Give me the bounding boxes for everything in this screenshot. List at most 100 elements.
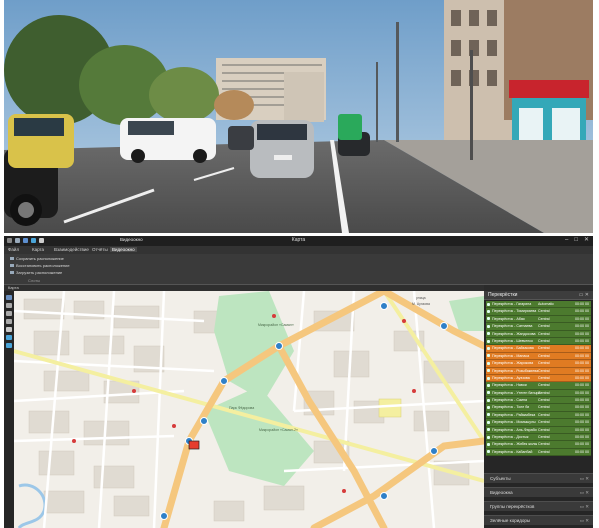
intersection-row[interactable]: Перекрёсток - Момышулы Central 00:00 00 bbox=[486, 419, 591, 427]
control-mode: Central bbox=[538, 368, 550, 373]
cycle-time: 00:00 00 bbox=[575, 405, 589, 410]
section-video-windows[interactable]: Видеоокна ▭ ✕ bbox=[484, 487, 593, 497]
map-tools-toolbar bbox=[4, 291, 14, 528]
intersection-row[interactable]: Перекрёсток - Аль-Фараби Central 00:00 00 bbox=[486, 426, 591, 435]
cycle-time: 00:00 00 bbox=[575, 331, 589, 336]
save-layout-icon bbox=[10, 257, 14, 260]
map-tab-label: Карта bbox=[8, 285, 19, 290]
minimize-button[interactable]: – bbox=[565, 237, 568, 244]
status-indicator bbox=[487, 309, 490, 313]
select-tool-icon[interactable] bbox=[6, 303, 12, 308]
restore-layout-button[interactable]: Восстановить расположение bbox=[10, 263, 70, 268]
pan-tool-icon[interactable] bbox=[6, 295, 12, 300]
section-video-windows-title: Видеоокна bbox=[490, 490, 513, 495]
cycle-time: 00:00 00 bbox=[575, 383, 589, 388]
status-indicator bbox=[487, 302, 490, 306]
status-indicator bbox=[487, 398, 490, 402]
map-label-park: Парк Фёдорова bbox=[229, 406, 254, 410]
intersection-row[interactable]: Перекрёсток - Кабанбай Central 00:00 00 bbox=[486, 448, 591, 457]
intersection-row[interactable]: Перекрёсток - Жандосова Central 00:00 00 bbox=[486, 330, 591, 338]
tab-video-window[interactable]: Видеоокно bbox=[110, 247, 137, 252]
status-indicator bbox=[487, 324, 490, 328]
zoom-out-icon[interactable] bbox=[6, 319, 12, 324]
status-indicator bbox=[487, 383, 490, 387]
cycle-time: 00:00 00 bbox=[575, 346, 589, 351]
control-mode: Central bbox=[538, 346, 550, 351]
status-indicator bbox=[487, 450, 490, 454]
city-map[interactable]: Микрорайон «Самал» Парк Фёдорова улица М… bbox=[14, 291, 484, 528]
intersection-name: Перекрёсток - Сатпаева bbox=[492, 324, 533, 329]
intersection-row[interactable]: Перекрёсток - Абая Central 00:00 00 bbox=[486, 315, 591, 324]
control-mode: Central bbox=[538, 442, 550, 447]
intersection-row[interactable]: Перекрёсток - Жарокова Central 00:00 00 bbox=[486, 360, 591, 368]
status-indicator bbox=[487, 361, 490, 365]
window-title: Карта bbox=[291, 237, 306, 243]
restore-layout-label: Восстановить расположение bbox=[16, 263, 70, 268]
close-button[interactable]: ✕ bbox=[584, 237, 589, 244]
status-indicator bbox=[487, 391, 490, 395]
save-layout-button[interactable]: Сохранить расположение bbox=[10, 256, 64, 261]
intersection-row[interactable]: Перекрёсток - Тимирязева Central 00:00 00 bbox=[486, 308, 591, 316]
camera-snapshot bbox=[4, 0, 593, 233]
intersection-name: Перекрёсток - Кабанбай bbox=[492, 449, 533, 454]
intersection-row[interactable]: Перекрёсток - Достык Central 00:00 00 bbox=[486, 434, 591, 442]
status-indicator bbox=[487, 443, 490, 447]
intersection-row[interactable]: Перекрёсток - Розыбакиева Central 00:00 00 bbox=[486, 367, 591, 375]
section-green-corridors[interactable]: Зелёные коридоры ▭ ✕ bbox=[484, 515, 593, 525]
intersection-row[interactable]: Перекрёсток - Манаса Central 00:00 00 bbox=[486, 352, 591, 361]
intersection-row[interactable]: Перекрёсток - Сатпаева Central 00:00 00 bbox=[486, 323, 591, 331]
ruler-icon[interactable] bbox=[6, 327, 12, 332]
load-layout-icon bbox=[10, 271, 14, 274]
window-controls: – □ ✕ bbox=[565, 237, 589, 244]
section-subjects[interactable]: Субъекты ▭ ✕ bbox=[484, 473, 593, 483]
intersection-row[interactable]: Перекрёсток - Саина Central 00:00 00 bbox=[486, 397, 591, 405]
section-subjects-controls[interactable]: ▭ ✕ bbox=[580, 476, 589, 482]
section-intersection-groups-title: Группы перекрёстков bbox=[490, 504, 535, 509]
tab-map[interactable]: Карта bbox=[30, 247, 46, 252]
save-layout-label: Сохранить расположение bbox=[16, 256, 64, 261]
section-green-corridors-controls[interactable]: ▭ ✕ bbox=[580, 518, 589, 524]
section-video-windows-controls[interactable]: ▭ ✕ bbox=[580, 490, 589, 496]
cycle-time: 00:00 00 bbox=[575, 420, 589, 425]
load-layout-button[interactable]: Загрузить расположение bbox=[10, 270, 62, 275]
zoom-in-icon[interactable] bbox=[6, 311, 12, 316]
control-mode: Central bbox=[538, 361, 550, 366]
cycle-time: 00:00 00 bbox=[575, 316, 589, 321]
control-mode: Central bbox=[538, 383, 550, 388]
intersection-row[interactable]: Перекрёсток - Байзакова Central 00:00 00 bbox=[486, 345, 591, 353]
tab-file[interactable]: Файл bbox=[6, 247, 21, 252]
load-layout-label: Загрузить расположение bbox=[16, 270, 63, 275]
cycle-time: 00:00 00 bbox=[575, 375, 589, 380]
status-indicator bbox=[487, 428, 490, 432]
intersection-row[interactable]: Перекрёсток - Толе би Central 00:00 00 bbox=[486, 404, 591, 412]
intersection-name: Перекрёсток - Шевченко bbox=[492, 338, 533, 343]
map-label-district-1: Микрорайон «Самал» bbox=[258, 323, 294, 327]
intersection-name: Перекрёсток - Байзакова bbox=[492, 346, 534, 351]
intersection-row[interactable]: Перекрёсток - Райымбека Central 00:00 00 bbox=[486, 411, 591, 420]
layers-tool-icon[interactable] bbox=[6, 335, 12, 340]
section-green-corridors-title: Зелёные коридоры bbox=[490, 518, 531, 523]
section-intersection-groups-controls[interactable]: ▭ ✕ bbox=[580, 504, 589, 510]
cycle-time: 00:00 00 bbox=[575, 449, 589, 454]
intersection-row[interactable]: Перекрёсток - Ауэзова Central 00:00 00 bbox=[486, 374, 591, 383]
intersection-row[interactable]: Перекрёсток - Шевченко Central 00:00 00 bbox=[486, 337, 591, 346]
cycle-time: 00:00 00 bbox=[575, 398, 589, 403]
panel-controls[interactable]: ▭ ✕ bbox=[579, 292, 589, 298]
camera-tool-icon[interactable] bbox=[6, 343, 12, 348]
intersection-row[interactable]: Перекрёсток - Гагарина Automatic 00:00 00 bbox=[486, 301, 591, 309]
intersection-row[interactable]: Перекрёсток - Жибек жолы Central 00:00 00 bbox=[486, 441, 591, 449]
intersection-row[interactable]: Перекрёсток - Навои Central 00:00 00 bbox=[486, 382, 591, 390]
control-mode: Central bbox=[538, 309, 550, 314]
intersection-name: Перекрёсток - Ауэзова bbox=[492, 375, 530, 380]
cycle-time: 00:00 00 bbox=[575, 309, 589, 314]
tab-interaction[interactable]: Взаимодействие bbox=[52, 247, 91, 252]
map-canvas[interactable]: Микрорайон «Самал» Парк Фёдорова улица М… bbox=[14, 291, 484, 528]
section-subjects-title: Субъекты bbox=[490, 476, 511, 481]
status-indicator bbox=[487, 369, 490, 373]
maximize-button[interactable]: □ bbox=[574, 237, 578, 244]
control-mode: Central bbox=[538, 398, 550, 403]
tab-reports[interactable]: Отчёты bbox=[90, 247, 110, 252]
intersection-row[interactable]: Перекрёсток - Утеген батыра Central 00:00 … bbox=[486, 389, 591, 398]
control-mode: Central bbox=[538, 331, 550, 336]
section-intersection-groups[interactable]: Группы перекрёстков ▭ ✕ bbox=[484, 501, 593, 511]
